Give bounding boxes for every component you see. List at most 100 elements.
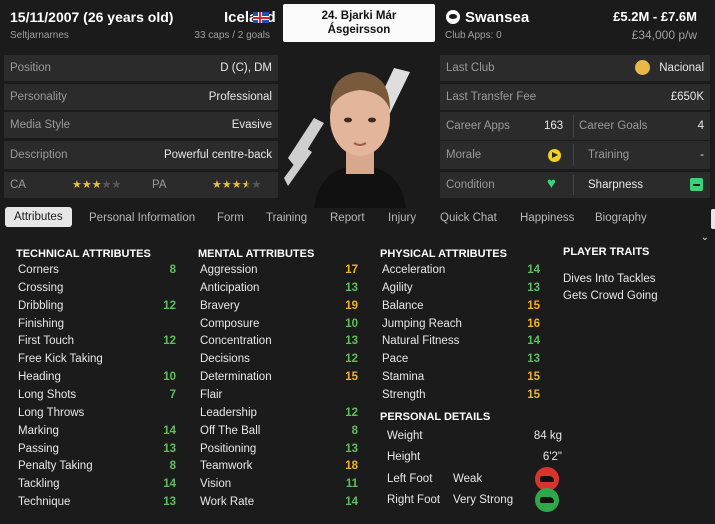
tab-injury[interactable]: Injury xyxy=(388,212,416,224)
height-label: Height xyxy=(387,451,421,463)
heart-icon: ♥ xyxy=(547,175,556,192)
attribute-value: 8 xyxy=(169,264,176,276)
condition-label: Condition xyxy=(446,179,495,191)
left-foot-label: Left Foot xyxy=(387,473,433,485)
sharpness-icon xyxy=(690,178,703,191)
birthplace: Seltjarnarnes xyxy=(10,30,69,41)
career-apps-label: Career Apps xyxy=(446,120,510,132)
star-icon: ★ xyxy=(212,179,222,191)
date-of-birth: 15/11/2007 (26 years old) xyxy=(10,9,174,25)
media-style-label: Media Style xyxy=(10,119,71,131)
attribute-value: 10 xyxy=(345,317,358,330)
attribute-row: Balance 15 xyxy=(382,300,544,316)
attribute-value: 19 xyxy=(345,299,358,312)
training-label: Training xyxy=(588,149,630,161)
star-icon: ★ xyxy=(231,179,242,191)
attribute-name: Crossing xyxy=(18,281,64,294)
attribute-row: Pace 13 xyxy=(382,353,544,369)
attribute-value: 16 xyxy=(527,317,540,330)
sharpness-label: Sharpness xyxy=(588,179,643,191)
half-star-icon: ★ xyxy=(241,179,252,191)
club-apps: Club Apps: 0 xyxy=(445,30,502,41)
attribute-name: Anticipation xyxy=(200,281,260,294)
attribute-value: 7 xyxy=(169,388,176,401)
attribute-value: 14 xyxy=(163,478,176,491)
star-icon: ★ xyxy=(221,179,232,191)
attribute-row: Stamina 15 xyxy=(382,371,544,387)
personality-label: Personality xyxy=(10,91,67,103)
height-value: 6'2" xyxy=(542,451,562,463)
attribute-name: Technique xyxy=(18,496,71,509)
club-name[interactable]: Swansea xyxy=(465,9,529,26)
left-foot-value: Weak xyxy=(453,473,483,485)
morale-label: Morale xyxy=(446,149,482,161)
attribute-name: Long Shots xyxy=(18,388,77,401)
tab-happiness[interactable]: Happiness xyxy=(520,212,574,224)
chevron-down-icon[interactable]: ⌄ xyxy=(701,232,709,243)
tab-personal-information[interactable]: Personal Information xyxy=(89,212,195,224)
star-icon: ★ xyxy=(101,179,112,191)
attribute-row: Aggression 17 xyxy=(200,264,362,280)
player-name-box: 24. Bjarki Már Ásgeirsson xyxy=(283,4,435,42)
technical-title: TECHNICAL ATTRIBUTES xyxy=(16,248,151,260)
star-icon: ★ xyxy=(72,179,82,191)
attribute-value: 15 xyxy=(527,371,540,384)
star-icon: ★ xyxy=(111,179,122,191)
last-club-value[interactable]: Nacional xyxy=(659,62,704,74)
right-foot-icon xyxy=(535,488,559,512)
tab-attributes[interactable]: Attributes xyxy=(5,207,72,227)
trait-item: Gets Crowd Going xyxy=(563,290,658,302)
attribute-value: 8 xyxy=(169,460,176,473)
attribute-value: 15 xyxy=(345,371,358,384)
attribute-name: Marking xyxy=(18,424,59,437)
attribute-name: Leadership xyxy=(200,406,257,419)
attribute-value: 14 xyxy=(527,264,540,276)
attribute-row: Crossing xyxy=(18,282,180,298)
attribute-row: Penalty Taking 8 xyxy=(18,460,180,476)
attribute-name: Positioning xyxy=(200,442,257,455)
attribute-row: Long Shots 7 xyxy=(18,389,180,405)
attribute-name: Acceleration xyxy=(382,264,446,276)
attribute-row: Free Kick Taking xyxy=(18,353,180,369)
attribute-value: 14 xyxy=(345,496,358,509)
attribute-row: Corners 8 xyxy=(18,264,180,280)
attribute-row: Marking 14 xyxy=(18,425,180,441)
personality-row: Personality Professional xyxy=(4,84,278,110)
tab-report[interactable]: Report xyxy=(330,212,365,224)
pa-label: PA xyxy=(152,179,167,191)
last-club-row[interactable]: Last Club Nacional xyxy=(440,55,710,81)
attribute-name: Free Kick Taking xyxy=(18,353,103,366)
attribute-value: 14 xyxy=(163,424,176,437)
tab-overflow[interactable] xyxy=(711,209,715,229)
player-name-line2: Ásgeirsson xyxy=(327,24,391,36)
tab-biography[interactable]: Biography xyxy=(595,212,647,224)
attribute-row: Teamwork 18 xyxy=(200,460,362,476)
attribute-value: 10 xyxy=(163,371,176,384)
nacional-badge-icon xyxy=(635,60,650,75)
position-row: Position D (C), DM xyxy=(4,55,278,81)
transfer-fee-label: Last Transfer Fee xyxy=(446,91,537,103)
attribute-row: Flair xyxy=(200,389,362,405)
position-label: Position xyxy=(10,62,51,74)
tab-training[interactable]: Training xyxy=(266,212,307,224)
attribute-row: Concentration 13 xyxy=(200,335,362,351)
attribute-name: Teamwork xyxy=(200,460,253,473)
attribute-value: 15 xyxy=(527,388,540,401)
description-label: Description xyxy=(10,149,68,161)
attribute-row: Leadership 12 xyxy=(200,407,362,423)
mental-title: MENTAL ATTRIBUTES xyxy=(198,248,315,260)
attribute-name: Concentration xyxy=(200,335,272,348)
tab-quick-chat[interactable]: Quick Chat xyxy=(440,212,497,224)
attribute-row: Technique 13 xyxy=(18,496,180,512)
attribute-name: Strength xyxy=(382,388,426,401)
ca-label: CA xyxy=(10,179,26,191)
career-row: Career Apps 163 Career Goals 4 xyxy=(440,112,710,140)
attribute-row: Bravery 19 xyxy=(200,300,362,316)
attribute-name: Flair xyxy=(200,388,223,401)
attribute-row: Anticipation 13 xyxy=(200,282,362,298)
star-icon: ★ xyxy=(251,179,262,191)
career-apps-value: 163 xyxy=(544,120,564,132)
attribute-value: 12 xyxy=(163,335,176,348)
attribute-row: First Touch 12 xyxy=(18,335,180,351)
tab-form[interactable]: Form xyxy=(217,212,244,224)
